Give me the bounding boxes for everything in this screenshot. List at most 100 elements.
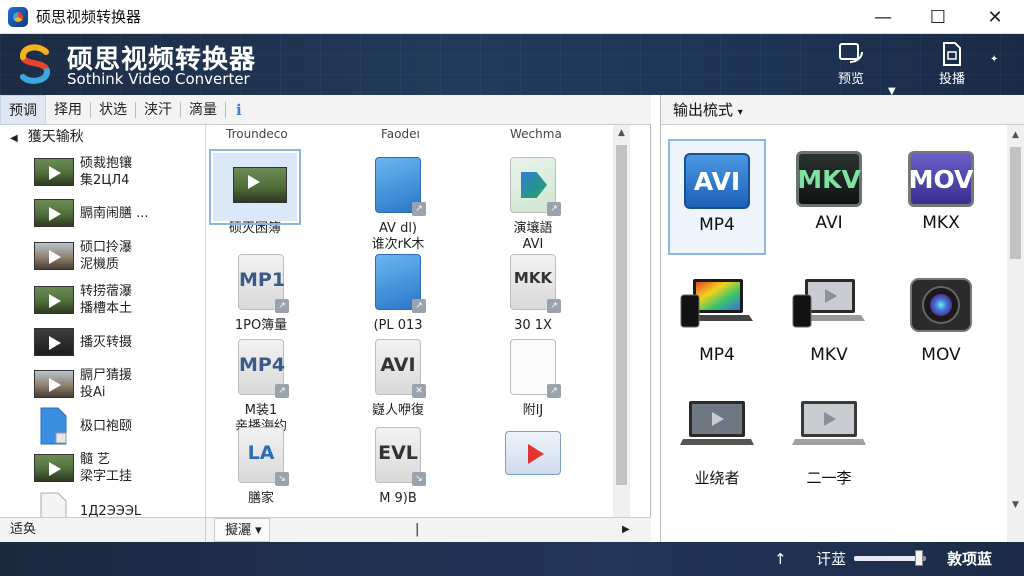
file-tile: ↗ bbox=[510, 157, 561, 216]
blue-file-icon: ↗ bbox=[356, 250, 440, 318]
info-icon[interactable]: ℹ bbox=[236, 101, 242, 119]
tab-preview[interactable]: 预调 bbox=[0, 94, 46, 125]
tree-item-label: 膈南闹膳 ... bbox=[80, 205, 149, 221]
file-item[interactable]: EVL ↘ M 9)B bbox=[343, 423, 453, 507]
tree-item[interactable]: 膈尸猜援 投Ai bbox=[34, 364, 204, 404]
file-type-label: MKK bbox=[513, 269, 553, 287]
tree-item[interactable]: 硕裁抱镶 集2ЦЛ4 bbox=[34, 152, 204, 192]
format-tile: AVI MP4 bbox=[668, 139, 766, 255]
format-item[interactable]: MKV bbox=[777, 267, 881, 383]
file-item[interactable]: ↗ 演壤語 AVI bbox=[478, 153, 588, 253]
tree-item[interactable]: 转捞蓿瀑 播槽本土 bbox=[34, 280, 204, 320]
video-thumbnail bbox=[34, 199, 74, 227]
quality-slider[interactable] bbox=[854, 550, 926, 566]
format-item[interactable]: 二一李 bbox=[777, 387, 881, 503]
maximize-button[interactable]: ☐ bbox=[913, 0, 963, 34]
format-tile: MOV bbox=[892, 267, 990, 383]
format-item[interactable]: 业绕者 bbox=[665, 387, 769, 503]
file-grid-scrollbar[interactable]: ▲ bbox=[613, 125, 630, 517]
format-item[interactable]: MOV MKX bbox=[889, 139, 993, 255]
mp1-file-icon: MP1 ↗ bbox=[219, 250, 303, 318]
file-tile bbox=[505, 431, 561, 475]
column-header[interactable]: Faodeı bbox=[381, 127, 420, 141]
tree-item[interactable]: 髓 艺 梁字工挂 bbox=[34, 448, 204, 488]
file-label: (PL 013 bbox=[373, 318, 423, 333]
file-item[interactable] bbox=[478, 423, 588, 491]
scrollbar-thumb[interactable] bbox=[616, 145, 627, 485]
header-more-icon[interactable]: ✦ bbox=[990, 54, 998, 65]
scroll-down-icon[interactable]: ▼ bbox=[1007, 497, 1024, 514]
close-button[interactable]: ✕ bbox=[970, 0, 1020, 34]
file-item[interactable]: 硕灭困簿 bbox=[206, 149, 310, 237]
file-label: 30 1X bbox=[514, 318, 552, 333]
scroll-up-icon[interactable]: ▲ bbox=[1007, 127, 1024, 144]
file-tile: MKK ↗ bbox=[510, 254, 561, 313]
app-icon bbox=[8, 6, 28, 27]
blue-file-icon: ↗ bbox=[356, 153, 440, 221]
broadcast-button[interactable]: 投播 bbox=[927, 40, 977, 90]
convert-button[interactable]: 敦项蓝 bbox=[947, 542, 992, 576]
file-item[interactable]: MKK ↗ 30 1X bbox=[478, 250, 588, 334]
tree-item[interactable]: 1Д2ЭЭЭL bbox=[34, 491, 204, 517]
collapse-icon[interactable]: ◀ bbox=[10, 133, 18, 144]
tree-item[interactable]: 极口袍颐 bbox=[34, 406, 204, 446]
file-item[interactable]: MP1 ↗ 1PO簿量 bbox=[206, 250, 316, 334]
file-grid: Troundeco Faodeı Wechma 硕灭困簿 ↗ AV dl) 谁次… bbox=[206, 125, 630, 517]
format-item[interactable]: MKV AVI bbox=[777, 139, 881, 255]
tree-header-label: 獲天输秋 bbox=[27, 129, 84, 145]
video-thumbnail bbox=[34, 454, 74, 482]
avi-file-icon: AVI ✕ bbox=[356, 335, 440, 403]
tree-item-label: 硕裁抱镶 集2ЦЛ4 bbox=[80, 156, 133, 188]
view-dropdown[interactable]: 擬灑 ▾ bbox=[214, 518, 270, 542]
format-scrollbar[interactable]: ▲ ▼ bbox=[1007, 125, 1024, 542]
format-item[interactable]: MOV bbox=[889, 267, 993, 383]
file-tile: ↗ bbox=[375, 254, 426, 313]
preview-button[interactable]: 预览 bbox=[826, 40, 876, 90]
format-item[interactable]: MP4 bbox=[665, 267, 769, 383]
video-thumbnail bbox=[34, 286, 74, 314]
video-thumbnail bbox=[233, 167, 287, 203]
laptop-icon bbox=[680, 401, 754, 445]
file-item[interactable]: ↗ (PL 013 bbox=[343, 250, 453, 334]
file-label: 嶷人咿復 bbox=[371, 403, 424, 418]
file-item[interactable]: MP4↗ M装1 亲播海约 bbox=[206, 335, 316, 435]
format-item[interactable]: AVI MP4 bbox=[665, 139, 769, 255]
format-name: MKV bbox=[810, 345, 848, 365]
file-item[interactable]: ↗ AV dl) 谁次rK⽊ bbox=[343, 153, 453, 253]
tab-volume[interactable]: 滴量 bbox=[181, 95, 225, 125]
scroll-up-icon[interactable]: ▲ bbox=[613, 125, 630, 142]
file-item[interactable]: ↗ 附lJ bbox=[478, 335, 588, 419]
column-header[interactable]: Wechma bbox=[510, 127, 562, 141]
slider-handle[interactable] bbox=[914, 550, 923, 566]
column-header[interactable]: Troundeco bbox=[226, 127, 288, 141]
source-tree: ◀ 獲天输秋 硕裁抱镶 集2ЦЛ4 膈南闹膳 ... 硕口拎瀑 泥機质 转捞蓿瀑 … bbox=[0, 125, 206, 517]
file-item[interactable]: LA ↘ 膳家 bbox=[206, 423, 316, 507]
scrollbar-thumb[interactable] bbox=[1010, 147, 1021, 259]
tree-item[interactable]: 硕口拎瀑 泥機质 bbox=[34, 236, 204, 276]
format-name: AVI bbox=[815, 213, 843, 233]
tab-browse[interactable]: 浃汗 bbox=[136, 95, 180, 125]
output-format-dropdown[interactable]: 输出梳式 ▾ bbox=[661, 95, 1024, 125]
tree-item[interactable]: 膈南闹膳 ... bbox=[34, 193, 204, 233]
source-pane: 预调 择用 状选 浃汗 滴量 ℹ ◀ 獲天输秋 硕裁抱镶 集2ЦЛ4 膈南闹膳 .… bbox=[0, 94, 651, 542]
scroll-right-icon[interactable]: ▶ bbox=[612, 518, 630, 542]
tree-item-label: 极口袍颐 bbox=[80, 418, 133, 434]
title-bar: 硕思视频转换器 — ☐ ✕ bbox=[0, 0, 1024, 34]
tab-status[interactable]: 状选 bbox=[91, 95, 135, 125]
file-label: M 9)B bbox=[379, 491, 417, 506]
file-type-label: EVL bbox=[378, 442, 418, 464]
tree-header[interactable]: ◀ 獲天输秋 bbox=[0, 125, 205, 149]
format-tile: 业绕者 bbox=[668, 387, 766, 503]
tree-item[interactable]: 播灭转摄 bbox=[34, 322, 204, 362]
badge-icon: ↗ bbox=[275, 299, 289, 313]
tab-apply[interactable]: 择用 bbox=[46, 95, 90, 125]
upload-icon[interactable]: ↑ bbox=[774, 542, 787, 576]
format-name: 业绕者 bbox=[694, 469, 740, 487]
file-item[interactable]: AVI ✕ 嶷人咿復 bbox=[343, 335, 453, 419]
format-name: MP4 bbox=[699, 345, 735, 365]
format-tile: 二一李 bbox=[780, 387, 878, 503]
camera-icon bbox=[910, 278, 972, 332]
la-file-icon: LA ↘ bbox=[219, 423, 303, 491]
minimize-button[interactable]: — bbox=[858, 0, 908, 34]
preview-dropdown-icon[interactable]: ▼ bbox=[888, 86, 896, 95]
